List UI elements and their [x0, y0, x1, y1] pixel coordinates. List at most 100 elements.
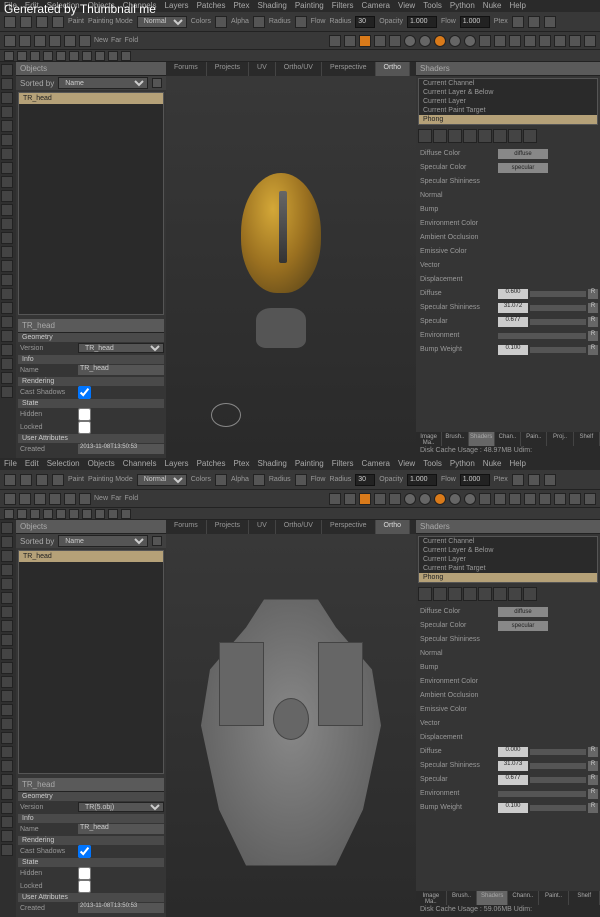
tool-misc-icon[interactable]: [1, 830, 13, 842]
shader-item[interactable]: Current Channel: [419, 537, 597, 546]
tab-perspective[interactable]: Perspective: [322, 62, 376, 76]
tool-icon[interactable]: [52, 16, 64, 28]
menu-python[interactable]: Python: [450, 1, 475, 11]
paintmode-dropdown[interactable]: Normal: [137, 474, 187, 486]
menu-tools[interactable]: Tools: [423, 1, 442, 11]
ptex-icon[interactable]: [512, 474, 524, 486]
tool-light-icon[interactable]: [1, 732, 13, 744]
t2-icon-active[interactable]: [359, 35, 371, 47]
hidden-checkbox[interactable]: [78, 408, 91, 421]
tool-text-icon[interactable]: [1, 676, 13, 688]
tool-icon[interactable]: [20, 474, 32, 486]
menu-painting[interactable]: Painting: [295, 459, 324, 469]
t3-icon[interactable]: [108, 51, 118, 61]
tool-pan-icon[interactable]: [1, 246, 13, 258]
menu-channels[interactable]: Channels: [123, 459, 157, 469]
t2-icon[interactable]: [49, 493, 61, 505]
sort-icon[interactable]: [152, 536, 162, 546]
tool-misc-icon[interactable]: [1, 802, 13, 814]
t2-icon[interactable]: [494, 35, 506, 47]
tab-forums[interactable]: Forums: [166, 62, 207, 76]
sphere-icon[interactable]: [464, 493, 476, 505]
t2-icon[interactable]: [19, 35, 31, 47]
shader-icon[interactable]: [433, 587, 447, 601]
shader-icon[interactable]: [418, 129, 432, 143]
tool-fill-icon[interactable]: [1, 176, 13, 188]
tab-projects[interactable]: Projects: [207, 520, 249, 534]
t3-icon[interactable]: [82, 51, 92, 61]
sphere-icon[interactable]: [449, 493, 461, 505]
tool-brush-icon[interactable]: [1, 64, 13, 76]
tool-misc-icon[interactable]: [1, 774, 13, 786]
t3-icon[interactable]: [17, 509, 27, 519]
tab-orthouv[interactable]: Ortho/UV: [276, 520, 322, 534]
menu-tools[interactable]: Tools: [423, 459, 442, 469]
t2-icon[interactable]: [389, 35, 401, 47]
t2-icon[interactable]: [509, 493, 521, 505]
menu-nuke[interactable]: Nuke: [483, 1, 502, 11]
shader-icon[interactable]: [463, 587, 477, 601]
geometry-section[interactable]: Geometry: [18, 333, 164, 342]
t3-icon[interactable]: [82, 509, 92, 519]
tab-brush[interactable]: Brush..: [447, 891, 478, 905]
tool-misc-icon[interactable]: [1, 358, 13, 370]
radius-input[interactable]: [355, 16, 375, 28]
diffcolor-swatch[interactable]: diffuse: [498, 607, 548, 617]
tab-uv[interactable]: UV: [249, 520, 276, 534]
specular-value[interactable]: 0.677: [498, 775, 528, 785]
tab-chan[interactable]: Chann..: [508, 891, 539, 905]
t3-icon[interactable]: [4, 509, 14, 519]
ptex-icon[interactable]: [544, 474, 556, 486]
shader-item[interactable]: Current Paint Target: [419, 564, 597, 573]
sphere-icon[interactable]: [419, 35, 431, 47]
sort-dropdown[interactable]: Name: [58, 535, 148, 547]
tool-picker-icon[interactable]: [1, 648, 13, 660]
reset-button[interactable]: R: [588, 331, 598, 341]
t2-icon[interactable]: [34, 493, 46, 505]
t2-icon[interactable]: [479, 35, 491, 47]
specular-value[interactable]: 0.677: [498, 317, 528, 327]
flow-input[interactable]: [460, 474, 490, 486]
version-dropdown[interactable]: TR_head: [78, 343, 164, 353]
sort-icon[interactable]: [152, 78, 162, 88]
tab-proj[interactable]: Proj..: [547, 432, 573, 446]
env-slider[interactable]: [498, 791, 586, 797]
tab-forums[interactable]: Forums: [166, 520, 207, 534]
tab-ortho[interactable]: Ortho: [376, 62, 411, 76]
tool-mask-icon[interactable]: [1, 662, 13, 674]
flow-input[interactable]: [460, 16, 490, 28]
bumpw-slider[interactable]: [530, 347, 586, 353]
shader-item[interactable]: Current Layer & Below: [419, 88, 597, 97]
menu-ptex[interactable]: Ptex: [233, 459, 249, 469]
shader-item-active[interactable]: Phong: [419, 573, 597, 582]
state-section[interactable]: State: [18, 858, 164, 867]
speccolor-swatch[interactable]: specular: [498, 621, 548, 631]
tool-misc-icon[interactable]: [1, 816, 13, 828]
shader-icon[interactable]: [493, 587, 507, 601]
t2-icon[interactable]: [64, 493, 76, 505]
reset-button[interactable]: R: [588, 789, 598, 799]
tool-paint-icon[interactable]: [1, 106, 13, 118]
tab-pain[interactable]: Paint..: [539, 891, 570, 905]
shader-icon[interactable]: [448, 587, 462, 601]
t2-icon[interactable]: [524, 493, 536, 505]
tool-move-icon[interactable]: [1, 78, 13, 90]
hidden-checkbox[interactable]: [78, 867, 91, 880]
tool-zoom-icon[interactable]: [1, 232, 13, 244]
t2-icon[interactable]: [554, 493, 566, 505]
tab-pain[interactable]: Pain..: [521, 432, 547, 446]
tool-fill-icon[interactable]: [1, 634, 13, 646]
radius-input[interactable]: [355, 474, 375, 486]
tool-rotate-icon[interactable]: [1, 718, 13, 730]
reset-button[interactable]: R: [588, 747, 598, 757]
specshine-value[interactable]: 31.073: [498, 761, 528, 771]
shader-icon[interactable]: [508, 587, 522, 601]
specshine-value[interactable]: 31.072: [498, 303, 528, 313]
tab-orthouv[interactable]: Ortho/UV: [276, 62, 322, 76]
tab-brush[interactable]: Brush..: [442, 432, 468, 446]
reset-button[interactable]: R: [588, 803, 598, 813]
diffuse-value[interactable]: 0.000: [498, 747, 528, 757]
shader-icon[interactable]: [463, 129, 477, 143]
tool-rotate-icon[interactable]: [1, 260, 13, 272]
tool-zoom-icon[interactable]: [1, 690, 13, 702]
